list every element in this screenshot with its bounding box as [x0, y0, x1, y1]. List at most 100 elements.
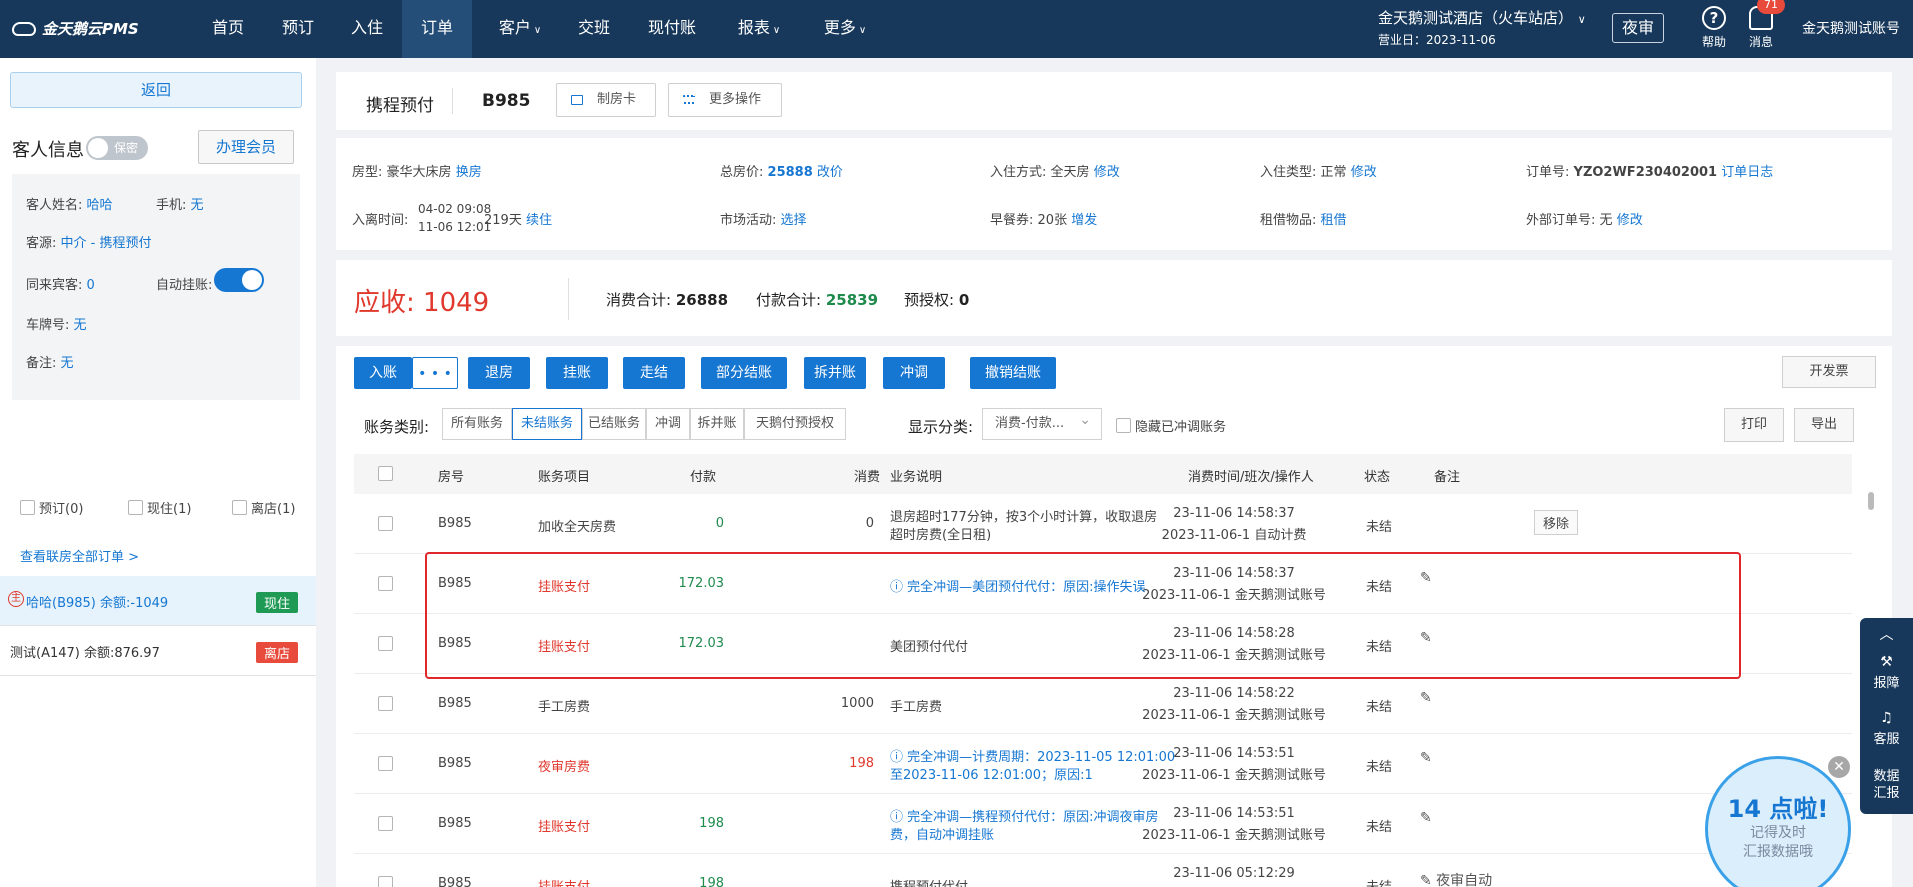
edit-link[interactable]: 修改 — [1617, 213, 1643, 228]
remove-button[interactable]: 移除 — [1534, 510, 1579, 535]
chevron-down-icon: ∨ — [772, 25, 781, 36]
table-row[interactable]: B985 加收全天房费 0 0 退房超时177分钟，按3个小时计算，收取退房 超时房费(全… — [354, 494, 1852, 554]
hang-account-button[interactable]: 挂账 — [546, 357, 608, 389]
filter-departed[interactable]: 离店(1) — [232, 498, 295, 517]
checkbox[interactable] — [128, 500, 143, 515]
nav-checkin[interactable]: 入住 — [343, 0, 391, 58]
checkbox[interactable] — [1116, 418, 1131, 433]
data-report-button[interactable]: 数据 汇报 — [1860, 768, 1913, 802]
privacy-toggle[interactable]: 保密 — [86, 136, 148, 160]
checkbox[interactable] — [232, 500, 247, 515]
customer-service-button[interactable]: ♫ 客服 — [1860, 710, 1913, 747]
row-status: 未结 — [1366, 876, 1392, 887]
post-charge-more-button[interactable]: • • • — [412, 357, 458, 389]
view-all-orders-link[interactable]: 查看联房全部订单 > — [20, 546, 139, 565]
invoice-button[interactable]: 开发票 — [1782, 356, 1876, 388]
plate-value[interactable]: 无 — [74, 318, 87, 333]
cancel-settle-button[interactable]: 撤销结账 — [970, 357, 1056, 389]
data-report-label-1: 数据 — [1873, 769, 1900, 784]
extend-link[interactable]: 续住 — [526, 213, 552, 228]
source-value[interactable]: 中介 - 携程预付 — [61, 236, 152, 251]
edit-icon[interactable]: ✎ 夜审自动 — [1420, 870, 1492, 887]
col-room: 房号 — [438, 470, 465, 485]
nav-home[interactable]: 首页 — [204, 0, 252, 58]
edit-icon[interactable]: ✎ — [1420, 690, 1432, 706]
room-number: B985 — [482, 91, 531, 111]
collapse-button[interactable]: ︿ — [1860, 624, 1913, 646]
back-button[interactable]: 返回 — [10, 72, 302, 108]
auto-charge-toggle[interactable] — [214, 268, 264, 292]
checkout-button[interactable]: 退房 — [468, 357, 530, 389]
adjust-button[interactable]: 冲调 — [883, 357, 945, 389]
help-button[interactable]: ? 帮助 — [1698, 6, 1730, 50]
segment-split[interactable]: 拆并账 — [690, 408, 744, 440]
change-room-link[interactable]: 换房 — [456, 165, 482, 180]
segment-preauth[interactable]: 天鹅付预授权 — [744, 408, 846, 440]
breakfast-field: 早餐券: 20张 增发 — [990, 209, 1097, 228]
table-row[interactable]: B985 手工房费 1000 手工房费 23-11-06 14:58:22 2023-11… — [354, 674, 1852, 734]
filter-inhouse[interactable]: 现住(1) — [128, 498, 191, 517]
table-row[interactable]: B985挂账支付198携程预付代付23-11-06 05:12:29未结✎ 夜审… — [354, 854, 1852, 887]
phone-value[interactable]: 无 — [191, 198, 204, 213]
col-payment: 付款 — [690, 470, 717, 485]
logo[interactable]: 金天鹅云PMS — [12, 18, 139, 39]
market-select-link[interactable]: 选择 — [781, 213, 807, 228]
room-list-item[interactable]: 测试(A147) 余额:876.97 离店 — [0, 626, 316, 676]
companions-value[interactable]: 0 — [87, 278, 95, 293]
change-price-link[interactable]: 改价 — [817, 165, 843, 180]
edit-link[interactable]: 修改 — [1094, 165, 1120, 180]
order-log-link[interactable]: 订单日志 — [1721, 165, 1773, 180]
night-audit-button[interactable]: 夜审 — [1612, 13, 1664, 43]
member-button[interactable]: 办理会员 — [198, 130, 294, 164]
table-row[interactable]: B985 夜审房费 198 ⓘ 完全冲调—计费周期：2023-11-05 12:01:… — [354, 734, 1852, 794]
row-status: 未结 — [1366, 520, 1393, 535]
scrollbar[interactable] — [1868, 492, 1874, 510]
checkbox[interactable] — [20, 500, 35, 515]
post-charge-button[interactable]: 入账 — [354, 357, 412, 389]
nav-booking[interactable]: 预订 — [274, 0, 322, 58]
filter-booked[interactable]: 预订(0) — [20, 498, 83, 517]
room-list-item[interactable]: 主 哈哈(B985) 余额:-1049 现住 — [0, 576, 316, 626]
row-status: 未结 — [1366, 820, 1393, 835]
account-menu[interactable]: 金天鹅测试账号 — [1802, 18, 1900, 38]
segment-all[interactable]: 所有账务 — [442, 408, 512, 440]
checkin-mode-field: 入住方式: 全天房 修改 — [990, 161, 1120, 180]
edit-icon[interactable]: ✎ — [1420, 810, 1432, 826]
nav-more[interactable]: 更多 ∨ — [818, 0, 872, 58]
print-button[interactable]: 打印 — [1724, 408, 1784, 442]
filter-inhouse-label: 现住(1) — [147, 502, 192, 517]
filter-booked-label: 预订(0) — [39, 502, 84, 517]
edit-link[interactable]: 修改 — [1351, 165, 1377, 180]
hotel-selector[interactable]: 金天鹅测试酒店（火车站店） ∨ 营业日：2023-11-06 — [1378, 8, 1586, 50]
segment-settled[interactable]: 已结账务 — [582, 408, 646, 440]
nav-reports[interactable]: 报表 ∨ — [732, 0, 786, 58]
nav-orders[interactable]: 订单 — [402, 0, 472, 58]
display-category-select[interactable]: 消费-付款... — [982, 405, 1102, 440]
make-card-button[interactable]: 制房卡 — [556, 83, 656, 117]
segment-adjust[interactable]: 冲调 — [646, 408, 690, 440]
report-issue-button[interactable]: ⚒ 报障 — [1860, 654, 1913, 691]
nav-customers[interactable]: 客户 ∨ — [490, 0, 550, 58]
plate-field: 车牌号: 无 — [26, 314, 87, 333]
table-row[interactable]: B985 挂账支付 198 ⓘ 完全冲调—携程预付代付：原因:冲调夜审房 费，自动冲调挂… — [354, 794, 1852, 854]
breakfast-add-link[interactable]: 增发 — [1071, 213, 1097, 228]
col-item: 账务项目 — [538, 470, 591, 485]
room-type-label: 房型: — [352, 165, 383, 180]
nav-cash[interactable]: 现付账 — [644, 0, 700, 58]
close-icon[interactable]: ✕ — [1828, 756, 1850, 778]
select-all-checkbox[interactable] — [378, 466, 393, 481]
split-merge-button[interactable]: 拆并账 — [804, 357, 866, 389]
partial-settle-button[interactable]: 部分结账 — [701, 357, 787, 389]
note-value[interactable]: 无 — [61, 356, 74, 371]
hide-adjusted-checkbox[interactable]: 隐藏已冲调账务 — [1116, 416, 1226, 435]
walk-settle-button[interactable]: 走结 — [623, 357, 685, 389]
rent-link[interactable]: 租借 — [1321, 213, 1347, 228]
nav-shift[interactable]: 交班 — [574, 0, 614, 58]
export-button[interactable]: 导出 — [1794, 408, 1854, 442]
guest-name[interactable]: 哈哈 — [87, 198, 113, 213]
left-panel: 返回 客人信息 保密 办理会员 客人姓名: 哈哈 手机: 无 客源: 中介 - … — [0, 58, 316, 887]
segment-unsettled[interactable]: 未结账务 — [512, 408, 582, 440]
edit-icon[interactable]: ✎ — [1420, 750, 1432, 766]
source-label: 客源: — [26, 236, 57, 251]
more-actions-button[interactable]: 更多操作 — [668, 83, 782, 117]
